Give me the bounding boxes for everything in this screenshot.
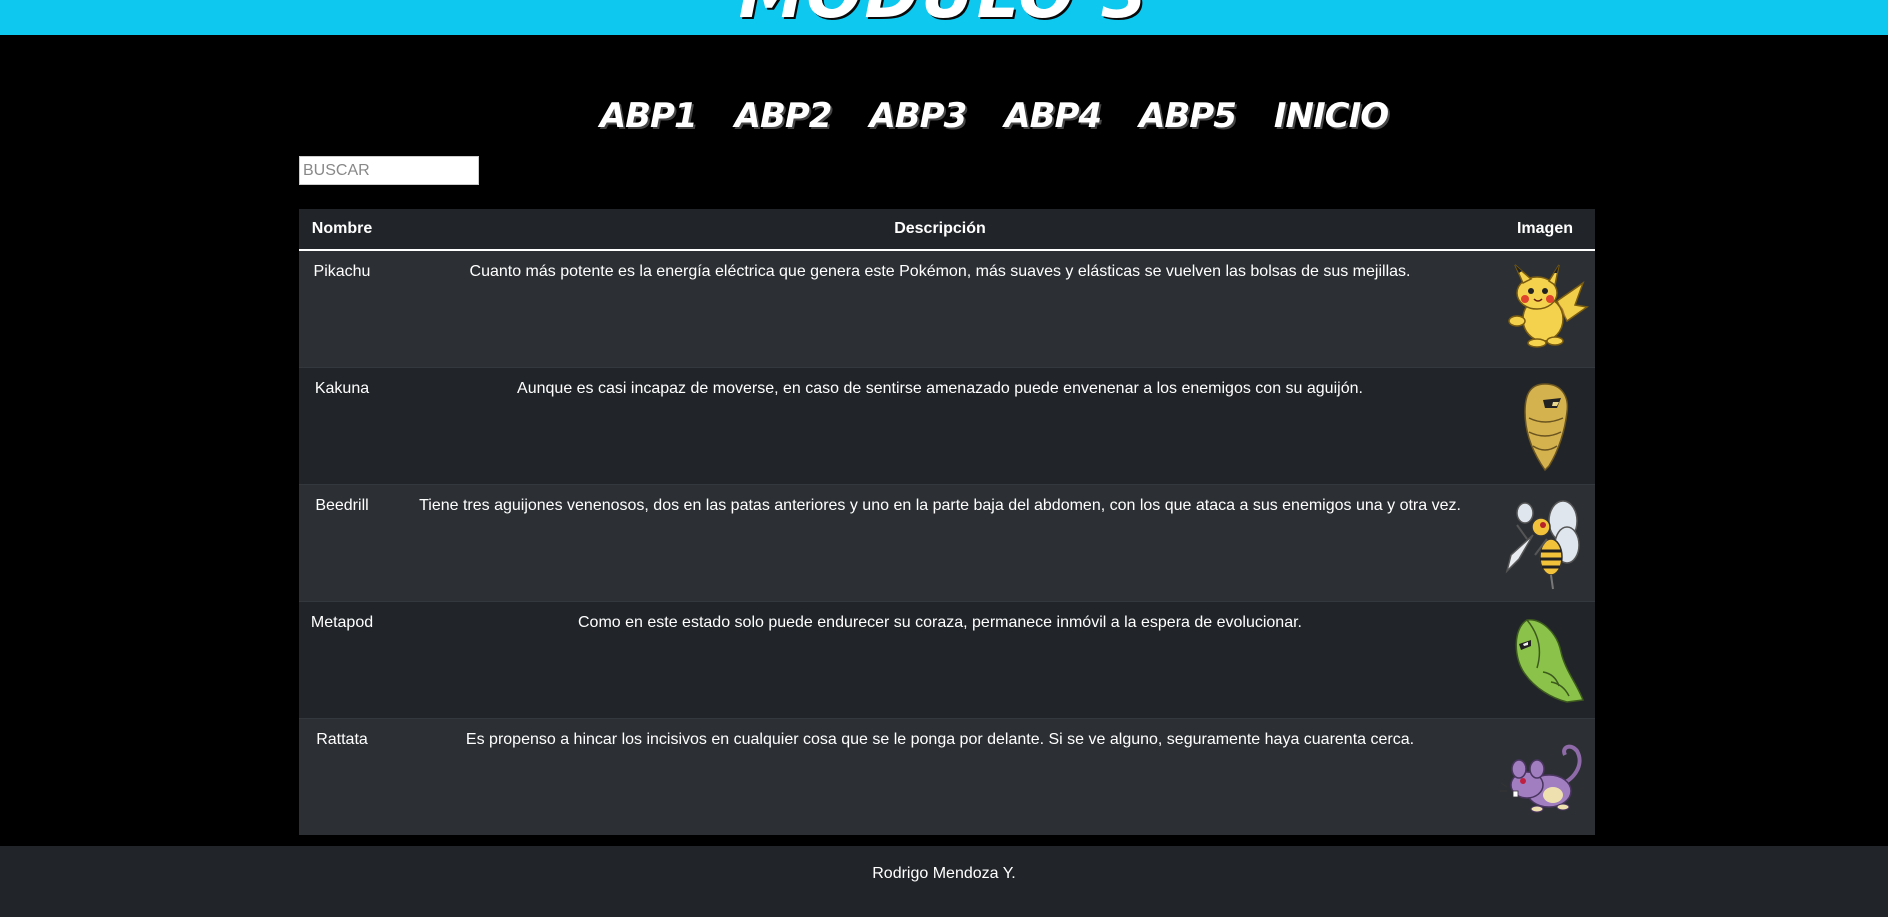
column-header-imagen: Imagen [1495,209,1595,251]
pokemon-image-cell [1495,600,1595,718]
nav-link-abp3[interactable]: ABP3 [869,90,967,142]
pokemon-name: Rattata [299,717,385,835]
table-row: Pikachu Cuanto más potente es la energía… [299,249,1595,367]
pokemon-table-container: Nombre Descripción Imagen Pikachu Cuanto… [299,209,1595,835]
table-row: Metapod Como en este estado solo puede e… [299,600,1595,718]
column-header-descripcion: Descripción [385,209,1495,251]
nav-link-abp5[interactable]: ABP5 [1139,90,1237,142]
pokemon-name: Beedrill [299,483,385,601]
beedrill-sprite [1505,499,1580,589]
pokemon-description: Es propenso a hincar los incisivos en cu… [385,717,1495,835]
nav-link-abp2[interactable]: ABP2 [735,90,833,142]
table-row: Rattata Es propenso a hincar los incisiv… [299,717,1595,835]
pokemon-image-cell [1495,483,1595,601]
rattata-sprite [1500,744,1582,812]
pokemon-name: Metapod [299,600,385,718]
main-nav: ABP1 ABP2 ABP3 ABP4 ABP5 INICIO [0,90,1888,142]
pikachu-sprite [1508,264,1589,348]
kakuna-sprite [1524,382,1569,471]
pokemon-description: Aunque es casi incapaz de moverse, en ca… [385,366,1495,484]
top-banner: MODULO 3 [0,0,1888,35]
pokemon-description: Como en este estado solo puede endurecer… [385,600,1495,718]
pokemon-image-cell [1495,366,1595,484]
table-row: Kakuna Aunque es casi incapaz de moverse… [299,366,1595,484]
pokemon-name: Kakuna [299,366,385,484]
page-title: MODULO 3 [0,0,1888,30]
pokemon-table: Nombre Descripción Imagen Pikachu Cuanto… [299,209,1595,835]
nav-link-abp4[interactable]: ABP4 [1004,90,1102,142]
table-header: Nombre Descripción Imagen [299,209,1595,251]
pokemon-image-cell [1495,249,1595,367]
column-header-nombre: Nombre [299,209,385,251]
pokemon-description: Cuanto más potente es la energía eléctri… [385,249,1495,367]
pokemon-name: Pikachu [299,249,385,367]
nav-link-abp1[interactable]: ABP1 [600,90,698,142]
pokemon-description: Tiene tres aguijones venenosos, dos en l… [385,483,1495,601]
pokemon-image-cell [1495,717,1595,835]
nav-link-inicio[interactable]: INICIO [1274,90,1389,142]
footer-author: Rodrigo Mendoza Y. [872,865,1016,882]
search-input[interactable] [299,156,479,185]
footer: Rodrigo Mendoza Y. [0,846,1888,917]
table-row: Beedrill Tiene tres aguijones venenosos,… [299,483,1595,601]
metapod-sprite [1515,618,1585,703]
